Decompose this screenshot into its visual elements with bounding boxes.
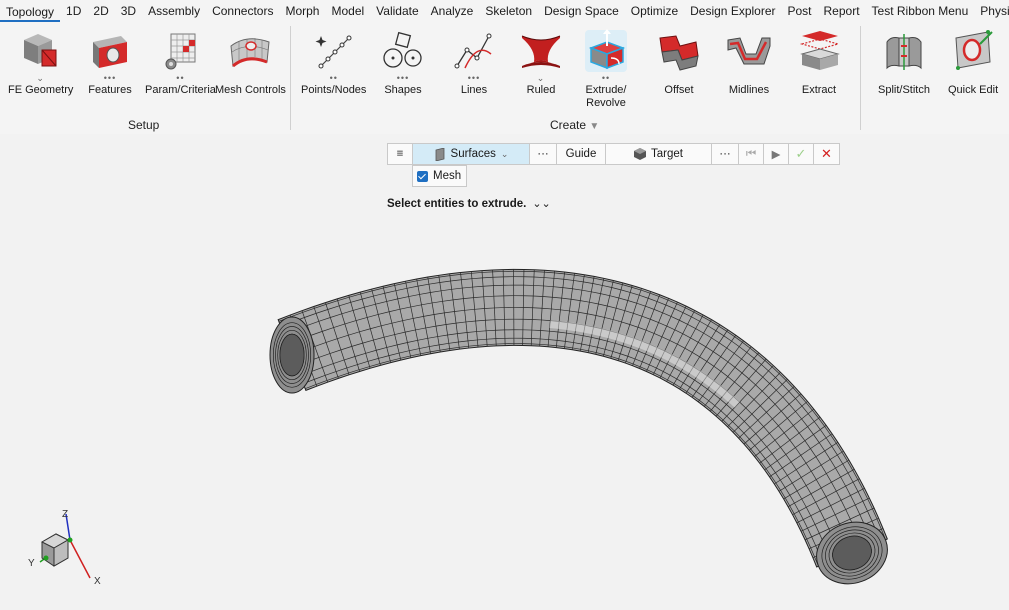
tube-mesh-lines bbox=[269, 268, 888, 585]
triad-z-label: Z bbox=[62, 509, 68, 520]
triad-x-label: X bbox=[94, 576, 101, 587]
axis-triad[interactable]: Z Y X bbox=[24, 508, 114, 588]
tube-start-cap-bore bbox=[279, 333, 305, 377]
tube-body bbox=[277, 268, 888, 568]
triad-y-label: Y bbox=[28, 558, 35, 569]
tube-mesh-model[interactable] bbox=[0, 0, 1009, 610]
